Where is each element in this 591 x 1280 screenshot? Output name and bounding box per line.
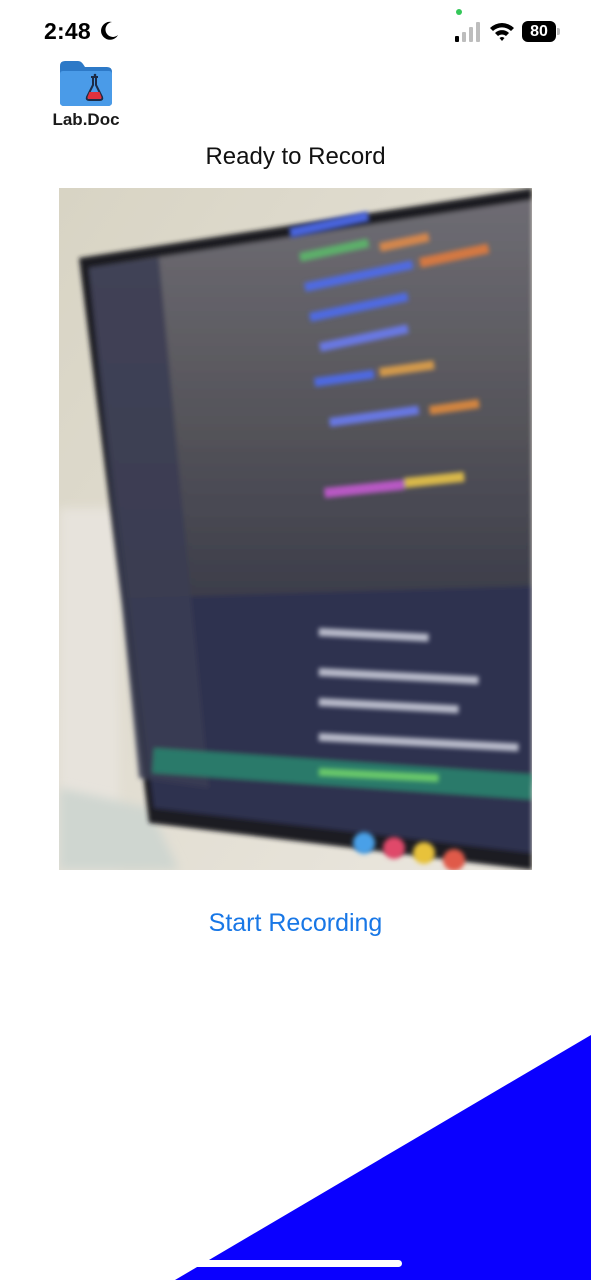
wifi-icon: [490, 23, 514, 41]
battery-cap: [557, 28, 560, 35]
decorative-corner-shape: [175, 1035, 591, 1280]
privacy-indicator-dot: [456, 9, 462, 15]
app-logo: Lab.Doc: [48, 58, 124, 134]
battery-icon: 80: [522, 21, 562, 42]
home-indicator[interactable]: [190, 1260, 402, 1267]
camera-preview: [59, 188, 532, 870]
folder-flask-icon: [60, 61, 112, 106]
page-title: Ready to Record: [205, 143, 386, 170]
start-recording-button[interactable]: Start Recording: [0, 909, 591, 938]
battery-level: 80: [522, 21, 556, 42]
app-name: Lab.Doc: [52, 110, 120, 129]
status-bar: 2:48 80: [0, 0, 591, 60]
cellular-signal-icon: [455, 22, 480, 42]
camera-preview-image: [59, 188, 532, 870]
status-time: 2:48: [44, 18, 91, 44]
moon-icon: [101, 21, 118, 40]
